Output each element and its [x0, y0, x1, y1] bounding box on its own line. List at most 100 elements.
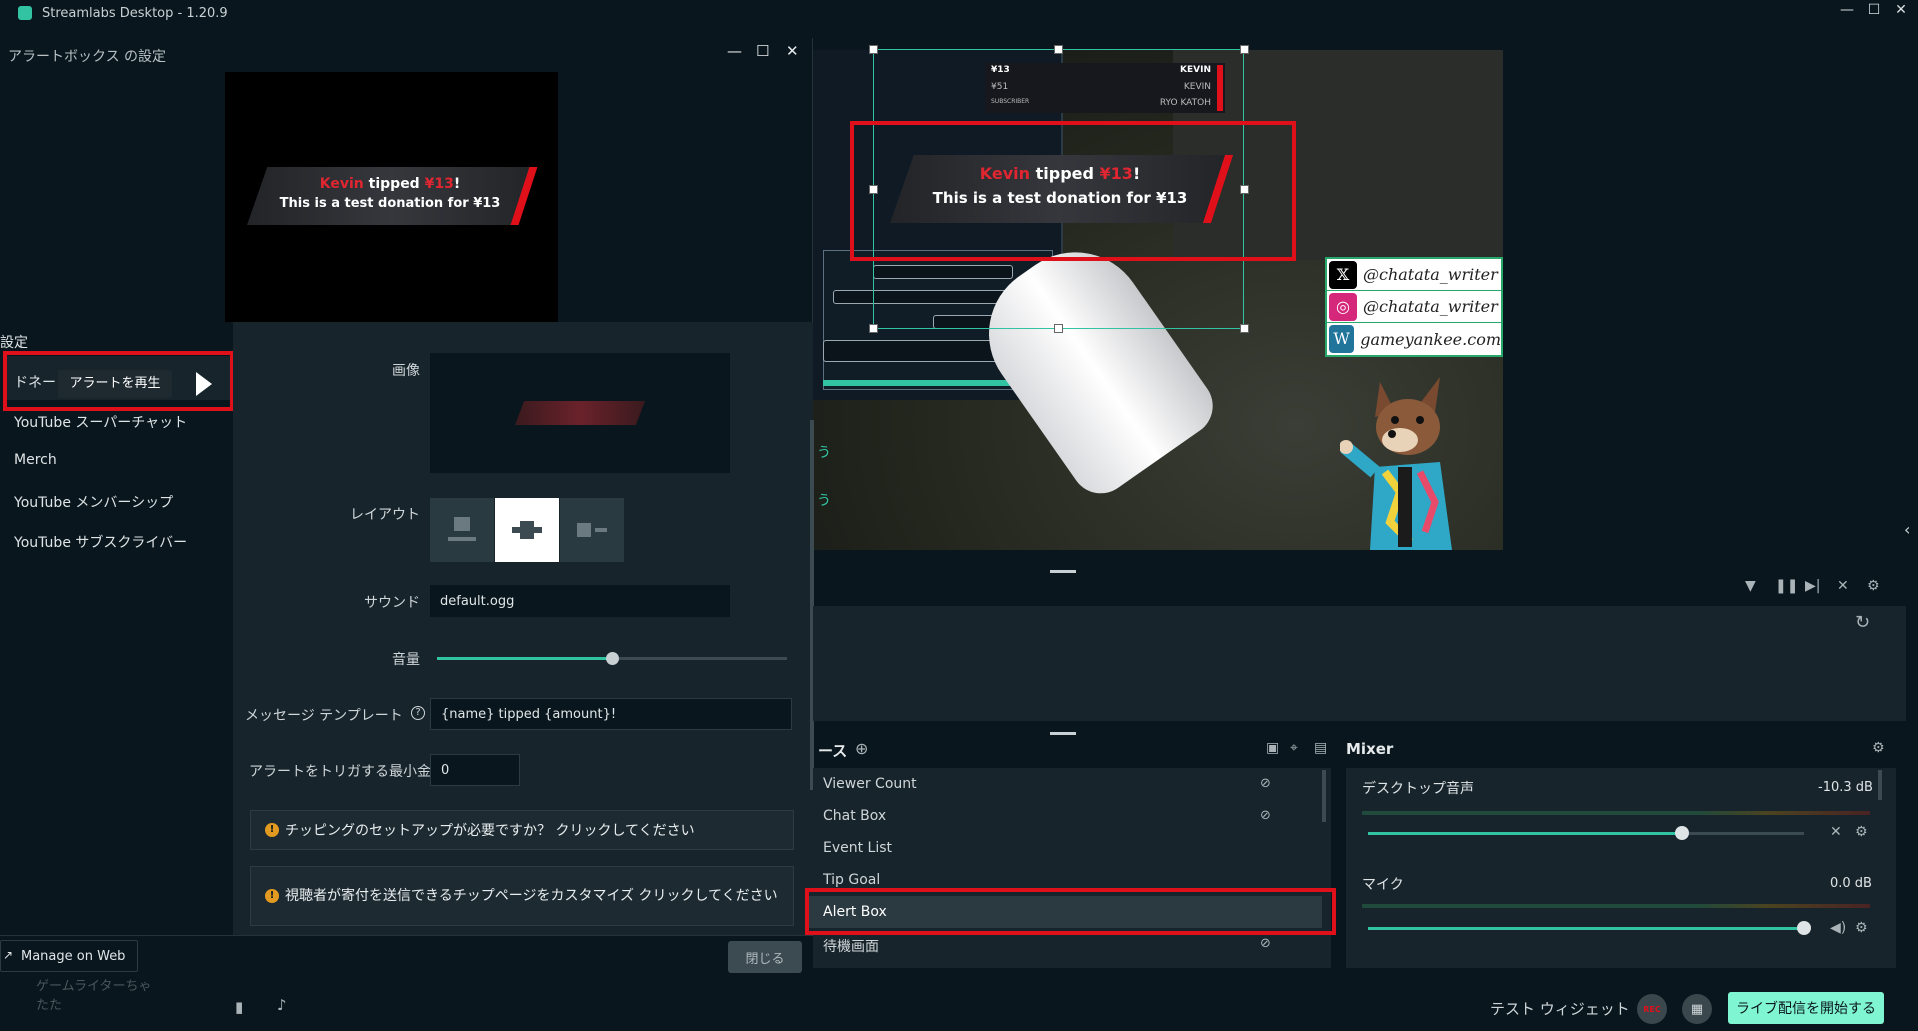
sound-label: サウンド: [364, 595, 420, 611]
min-amount-label: アラートをトリガする最小金: [249, 764, 431, 780]
source-folder-icon[interactable]: ▣: [1266, 740, 1279, 756]
schedule-calendar-icon[interactable]: ▦: [1682, 994, 1712, 1024]
resize-handle[interactable]: [1240, 45, 1249, 54]
visibility-hidden-icon[interactable]: ⊘: [1260, 936, 1271, 951]
test-widgets-button[interactable]: テスト ウィジェット: [1490, 998, 1630, 1019]
tipping-setup-text: チッピングのセットアップが必要ですか？ クリックしてください: [285, 823, 695, 839]
panel-splitter[interactable]: [1050, 570, 1076, 573]
add-source-icon[interactable]: ⊕: [855, 739, 868, 758]
annotation-highlight: [3, 351, 234, 411]
mute-speaker-icon[interactable]: ✕: [1830, 824, 1842, 840]
image-label: 画像: [392, 363, 420, 379]
x-icon: 𝕏: [1329, 260, 1357, 289]
pause-icon[interactable]: ❚❚: [1775, 578, 1798, 594]
app-title: Streamlabs Desktop - 1.20.9: [42, 5, 228, 21]
mixer-settings-icon[interactable]: ⚙: [1872, 740, 1885, 756]
close-button[interactable]: ✕: [1890, 2, 1912, 18]
dialog-minimize-button[interactable]: —: [727, 42, 742, 60]
image-picker[interactable]: [430, 353, 730, 473]
volume-slider-fill: [437, 657, 612, 660]
social-handle: @chatata_writer: [1363, 265, 1498, 284]
settings-gear-icon[interactable]: ⚙: [1867, 578, 1880, 594]
channel-settings-icon[interactable]: ⚙: [1855, 920, 1868, 936]
minimize-button[interactable]: —: [1836, 2, 1858, 18]
resize-handle[interactable]: [1054, 45, 1063, 54]
mixer-volume-knob[interactable]: [1675, 826, 1689, 840]
preview-side-text: う: [817, 445, 831, 461]
resize-handle[interactable]: [1240, 324, 1249, 333]
dialog-close-footer-button[interactable]: 閉じる: [728, 941, 802, 973]
source-item[interactable]: 待機画面: [823, 936, 879, 956]
collapse-panel-icon[interactable]: ‹: [1904, 520, 1910, 539]
sound-select[interactable]: default.ogg: [430, 585, 730, 617]
mixer-panel: [1346, 768, 1896, 968]
filter-icon[interactable]: ▼: [1745, 578, 1756, 594]
nav-item-superchat[interactable]: YouTube スーパーチャット: [14, 412, 187, 432]
mixer-channel-db: 0.0 dB: [1830, 876, 1872, 891]
sidebar-user-name: ゲームライターちゃ: [36, 979, 152, 994]
manage-on-web-button[interactable]: ↗ Manage on Web: [0, 940, 138, 972]
refresh-icon[interactable]: ↻: [1855, 612, 1870, 633]
go-live-button[interactable]: ライブ配信を開始する: [1728, 992, 1884, 1024]
volume-label: 音量: [392, 652, 420, 668]
mixer-volume-knob[interactable]: [1797, 921, 1811, 935]
speaker-icon[interactable]: ◀): [1830, 920, 1846, 936]
help-icon[interactable]: ?: [411, 706, 425, 720]
channel-settings-icon[interactable]: ⚙: [1855, 824, 1868, 840]
record-button[interactable]: REC: [1637, 994, 1667, 1024]
mute-alerts-icon[interactable]: ✕: [1837, 578, 1849, 594]
notification-bell-icon[interactable]: ♪: [277, 996, 287, 1014]
tipping-setup-notice[interactable]: ! チッピングのセットアップが必要ですか？ クリックしてください: [250, 810, 794, 850]
mixer-channel-db: -10.3 dB: [1818, 780, 1873, 795]
sources-scrollbar[interactable]: [1322, 770, 1326, 822]
skip-icon[interactable]: ▶|: [1805, 578, 1820, 594]
layout-image-above-button[interactable]: [430, 498, 494, 562]
dialog-title: アラートボックス の設定: [8, 49, 167, 65]
dialog-close-button[interactable]: ✕: [786, 42, 799, 60]
source-item[interactable]: Event List: [823, 840, 892, 856]
resize-handle[interactable]: [869, 324, 878, 333]
maximize-button[interactable]: ☐: [1863, 2, 1885, 18]
resize-handle[interactable]: [1054, 324, 1063, 333]
volume-slider-knob[interactable]: [606, 652, 619, 665]
annotation-highlight: [805, 888, 1336, 935]
source-item[interactable]: Tip Goal: [823, 872, 880, 888]
layout-banner-button[interactable]: [495, 498, 559, 562]
visibility-hidden-icon[interactable]: ⊘: [1260, 776, 1271, 791]
visibility-hidden-icon[interactable]: ⊘: [1260, 808, 1271, 823]
alert-preview-pane: Kevin tipped ¥13! This is a test donatio…: [225, 72, 558, 322]
mixer-level-meter: [1362, 811, 1870, 815]
instagram-icon: ◎: [1329, 292, 1357, 321]
tip-page-notice[interactable]: ! 視聴者が寄付を送信できるチップページをカスタマイズ クリックしてください: [250, 866, 794, 926]
stats-icon[interactable]: ▮: [235, 998, 243, 1016]
wordpress-icon: W: [1329, 325, 1355, 353]
info-icon: !: [265, 889, 279, 903]
mixer-scrollbar[interactable]: [1878, 770, 1882, 800]
panel-splitter[interactable]: [1050, 732, 1076, 735]
nav-item-subscriber[interactable]: YouTube サブスクライバー: [14, 532, 187, 552]
dialog-maximize-button[interactable]: ☐: [756, 42, 769, 60]
event-feed-controls: ▼ ❚❚ ▶| ✕ ⚙: [1745, 578, 1905, 598]
alert-name: Kevin: [319, 176, 364, 192]
nav-item-merch[interactable]: Merch: [14, 452, 57, 468]
social-handle: @chatata_writer: [1363, 297, 1498, 316]
info-icon: !: [265, 823, 279, 837]
nav-item-membership[interactable]: YouTube メンバーシップ: [14, 492, 173, 512]
mixer-title: Mixer: [1346, 740, 1394, 758]
image-thumbnail: [515, 401, 645, 425]
source-add-folder-icon[interactable]: ▤: [1314, 740, 1327, 756]
source-item[interactable]: Viewer Count: [823, 776, 917, 792]
dialog-scrollbar[interactable]: [810, 420, 814, 790]
source-item[interactable]: Chat Box: [823, 808, 886, 824]
alert-message: This is a test donation for ¥13: [279, 196, 501, 211]
annotation-highlight: [850, 121, 1296, 261]
layout-image-left-button[interactable]: [560, 498, 624, 562]
source-studio-icon[interactable]: ⌖: [1290, 740, 1298, 756]
resize-handle[interactable]: [869, 45, 878, 54]
sources-title: ース: [818, 742, 848, 760]
social-row: 𝕏 @chatata_writer: [1327, 259, 1501, 291]
layout-above-icon: [448, 517, 476, 541]
min-amount-input[interactable]: 0: [430, 754, 520, 786]
template-label: メッセージ テンプレート: [245, 708, 403, 724]
message-template-input[interactable]: {name} tipped {amount}!: [430, 698, 792, 730]
